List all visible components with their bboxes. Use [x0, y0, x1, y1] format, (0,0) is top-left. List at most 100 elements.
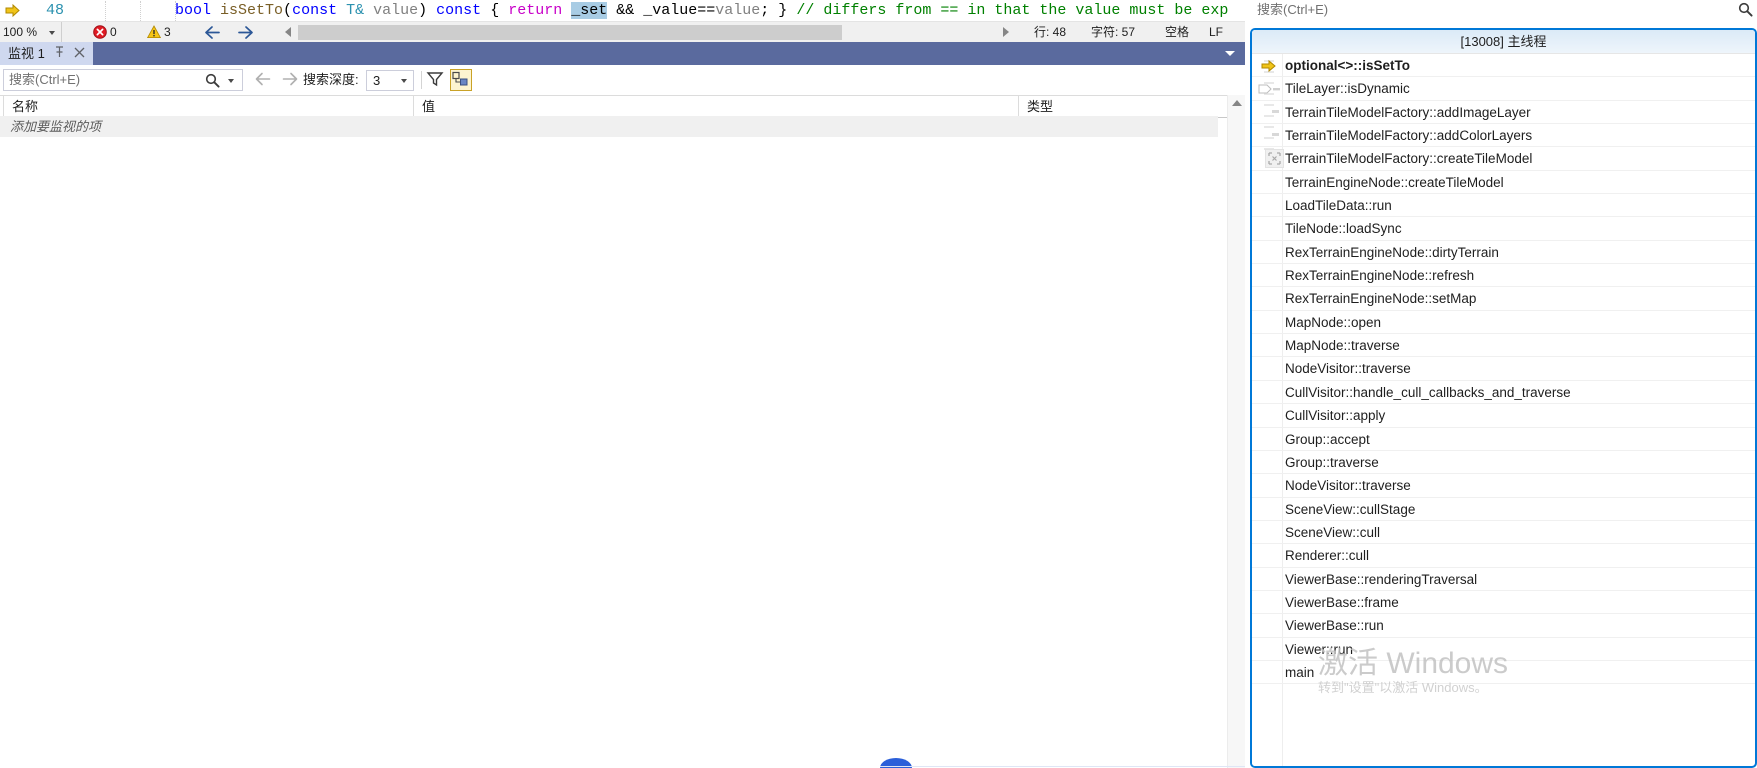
callstack-frame-row[interactable]: TerrainTileModelFactory::createTileModel — [1252, 147, 1755, 171]
callstack-frame-name: CullVisitor::apply — [1285, 408, 1386, 424]
callstack-frame-row[interactable]: NodeVisitor::traverse — [1252, 474, 1755, 498]
chevron-down-icon — [49, 31, 55, 35]
callstack-frame-row[interactable]: ViewerBase::frame — [1252, 591, 1755, 615]
callstack-frame-row[interactable]: ViewerBase::run — [1252, 614, 1755, 638]
callstack-frame-name: ViewerBase::frame — [1285, 594, 1399, 610]
frame-tick-marker — [1272, 109, 1279, 113]
watch-vertical-scrollbar[interactable] — [1227, 95, 1245, 768]
callstack-frame-row[interactable]: LoadTileData::run — [1252, 194, 1755, 218]
watch-toolbar: 搜索(Ctrl+E) 搜索深度: 3 — [0, 65, 1245, 95]
code-token: ( — [283, 2, 293, 19]
error-icon — [93, 25, 107, 42]
callstack-frame-row[interactable]: Renderer::cull — [1252, 544, 1755, 568]
callstack-frame-row[interactable]: MapNode::open — [1252, 311, 1755, 335]
watch-search-placeholder: 搜索(Ctrl+E) — [9, 72, 81, 87]
callstack-frame-row[interactable]: RexTerrainEngineNode::dirtyTerrain — [1252, 241, 1755, 265]
search-icon[interactable] — [205, 73, 220, 91]
callstack-frame-row[interactable]: optional<>::isSetTo — [1252, 54, 1755, 78]
callstack-frame-row[interactable]: Group::accept — [1252, 428, 1755, 451]
scroll-up-arrow-icon[interactable] — [1232, 100, 1242, 106]
tab-watch-1[interactable]: 监视 1 — [0, 42, 93, 65]
callstack-frame-name: Group::traverse — [1285, 454, 1379, 470]
zoom-level-value: 100 % — [3, 25, 38, 39]
code-token: value — [373, 2, 419, 19]
callstack-frame-row[interactable]: MapNode::traverse — [1252, 334, 1755, 358]
callstack-frame-name: LoadTileData::run — [1285, 198, 1392, 214]
watch-tool-window: 监视 1 搜索(Ctrl+E) 搜索深度: 3 名称 值 类型 添加要监视的项 — [0, 42, 1245, 768]
column-header-name[interactable]: 名称 — [3, 96, 413, 117]
callstack-frame-row[interactable]: TileNode::loadSync — [1252, 217, 1755, 241]
filter-button[interactable] — [425, 69, 447, 91]
hexadecimal-display-button[interactable] — [450, 69, 472, 91]
callstack-frame-name: CullVisitor::handle_cull_callbacks_and_t… — [1285, 384, 1571, 400]
left-pane: 48 bool isSetTo(const T& value) const { … — [0, 0, 1245, 768]
callstack-frame-row[interactable]: SceneView::cull — [1252, 521, 1755, 545]
error-count: 0 — [110, 25, 117, 39]
scrollbar-thumb[interactable] — [298, 25, 842, 40]
close-icon[interactable] — [74, 42, 85, 65]
column-header-value[interactable]: 值 — [413, 96, 1018, 117]
navigate-forward-button[interactable] — [236, 24, 255, 44]
indentation-indicator: 空格 — [1165, 25, 1190, 39]
editor-horizontal-scrollbar[interactable] — [283, 24, 1021, 41]
code-editor-line[interactable]: 48 bool isSetTo(const T& value) const { … — [0, 0, 1245, 21]
callstack-frame-row[interactable]: RexTerrainEngineNode::refresh — [1252, 264, 1755, 288]
code-token: T& — [346, 2, 365, 19]
watch-add-item-row[interactable]: 添加要监视的项 — [0, 116, 1218, 137]
watch-rows: 添加要监视的项 — [0, 116, 1218, 768]
code-token: && — [607, 2, 644, 19]
callstack-frame-name: MapNode::traverse — [1285, 338, 1400, 354]
callstack-frame-row[interactable]: RexTerrainEngineNode::setMap — [1252, 287, 1755, 311]
tabstrip-overflow-chevron-icon[interactable] — [1225, 51, 1235, 56]
callstack-frame-name: SceneView::cullStage — [1285, 501, 1416, 517]
callstack-frame-name: SceneView::cull — [1285, 524, 1381, 540]
callstack-frame-row[interactable]: TerrainEngineNode::createTileModel — [1252, 171, 1755, 195]
callstack-frame-row[interactable]: Group::traverse — [1252, 451, 1755, 475]
navigate-back-button[interactable] — [203, 24, 222, 44]
watch-search-next-button[interactable] — [280, 71, 299, 90]
callstack-frame-list[interactable]: optional<>::isSetToTileLayer::isDynamicT… — [1252, 54, 1755, 766]
source-code-icon[interactable] — [1265, 149, 1284, 169]
watch-add-item-hint: 添加要监视的项 — [10, 119, 102, 134]
search-icon[interactable] — [1738, 2, 1753, 20]
editor-status-bar: 100 % 0 3 行: 48 字符: 57 空格 LF — [0, 21, 1245, 44]
callstack-frame-name: TerrainTileModelFactory::addImageLayer — [1285, 104, 1531, 120]
callstack-frame-row[interactable]: main — [1252, 661, 1755, 685]
search-options-chevron-icon[interactable] — [228, 79, 234, 83]
callstack-framed-list: 100% [13008] 主线程 optional<>::isSetToTile… — [1250, 28, 1757, 768]
callee-frame-arrow-icon — [1258, 83, 1282, 98]
current-frame-arrow-icon — [1261, 59, 1277, 76]
callstack-frame-name: TileNode::loadSync — [1285, 221, 1402, 237]
callstack-frame-row[interactable]: CullVisitor::apply — [1252, 404, 1755, 428]
scroll-right-arrow-icon[interactable] — [1003, 27, 1009, 37]
callstack-frame-name: NodeVisitor::traverse — [1285, 478, 1411, 494]
callstack-frame-row[interactable]: ViewerBase::renderingTraversal — [1252, 568, 1755, 591]
warning-icon — [146, 25, 162, 42]
callstack-frame-row[interactable]: SceneView::cullStage — [1252, 498, 1755, 521]
watch-search-previous-button[interactable] — [254, 71, 273, 90]
callstack-frame-row[interactable]: TerrainTileModelFactory::addColorLayers — [1252, 124, 1755, 148]
callstack-frame-row[interactable]: CullVisitor::handle_cull_callbacks_and_t… — [1252, 381, 1755, 405]
callstack-frame-name: MapNode::open — [1285, 314, 1382, 330]
pin-icon[interactable] — [54, 42, 65, 65]
indent-guide — [105, 1, 107, 21]
caret-column-indicator: 字符: 57 — [1091, 25, 1136, 39]
callstack-frame-name: TerrainEngineNode::createTileModel — [1285, 174, 1504, 190]
column-header-type[interactable]: 类型 — [1018, 96, 1218, 117]
callstack-frame-row[interactable]: Viewer::run — [1252, 638, 1755, 661]
zoom-level-combo[interactable]: 100 % — [0, 22, 62, 43]
callstack-frame-row[interactable]: NodeVisitor::traverse — [1252, 357, 1755, 381]
watch-search-input[interactable]: 搜索(Ctrl+E) — [3, 69, 243, 91]
code-token: _set — [571, 2, 608, 19]
callstack-search-input[interactable]: 搜索(Ctrl+E) — [1251, 0, 1757, 20]
callstack-frame-row[interactable]: TileLayer::isDynamic — [1252, 77, 1755, 101]
scroll-left-arrow-icon[interactable] — [285, 27, 291, 37]
search-depth-combo[interactable]: 3 — [366, 70, 414, 91]
code-token: const — [292, 2, 338, 19]
callstack-frame-name: optional<>::isSetTo — [1285, 58, 1411, 73]
callstack-frame-row[interactable]: TerrainTileModelFactory::addImageLayer — [1252, 101, 1755, 125]
callstack-frame-name: ViewerBase::run — [1285, 618, 1384, 634]
